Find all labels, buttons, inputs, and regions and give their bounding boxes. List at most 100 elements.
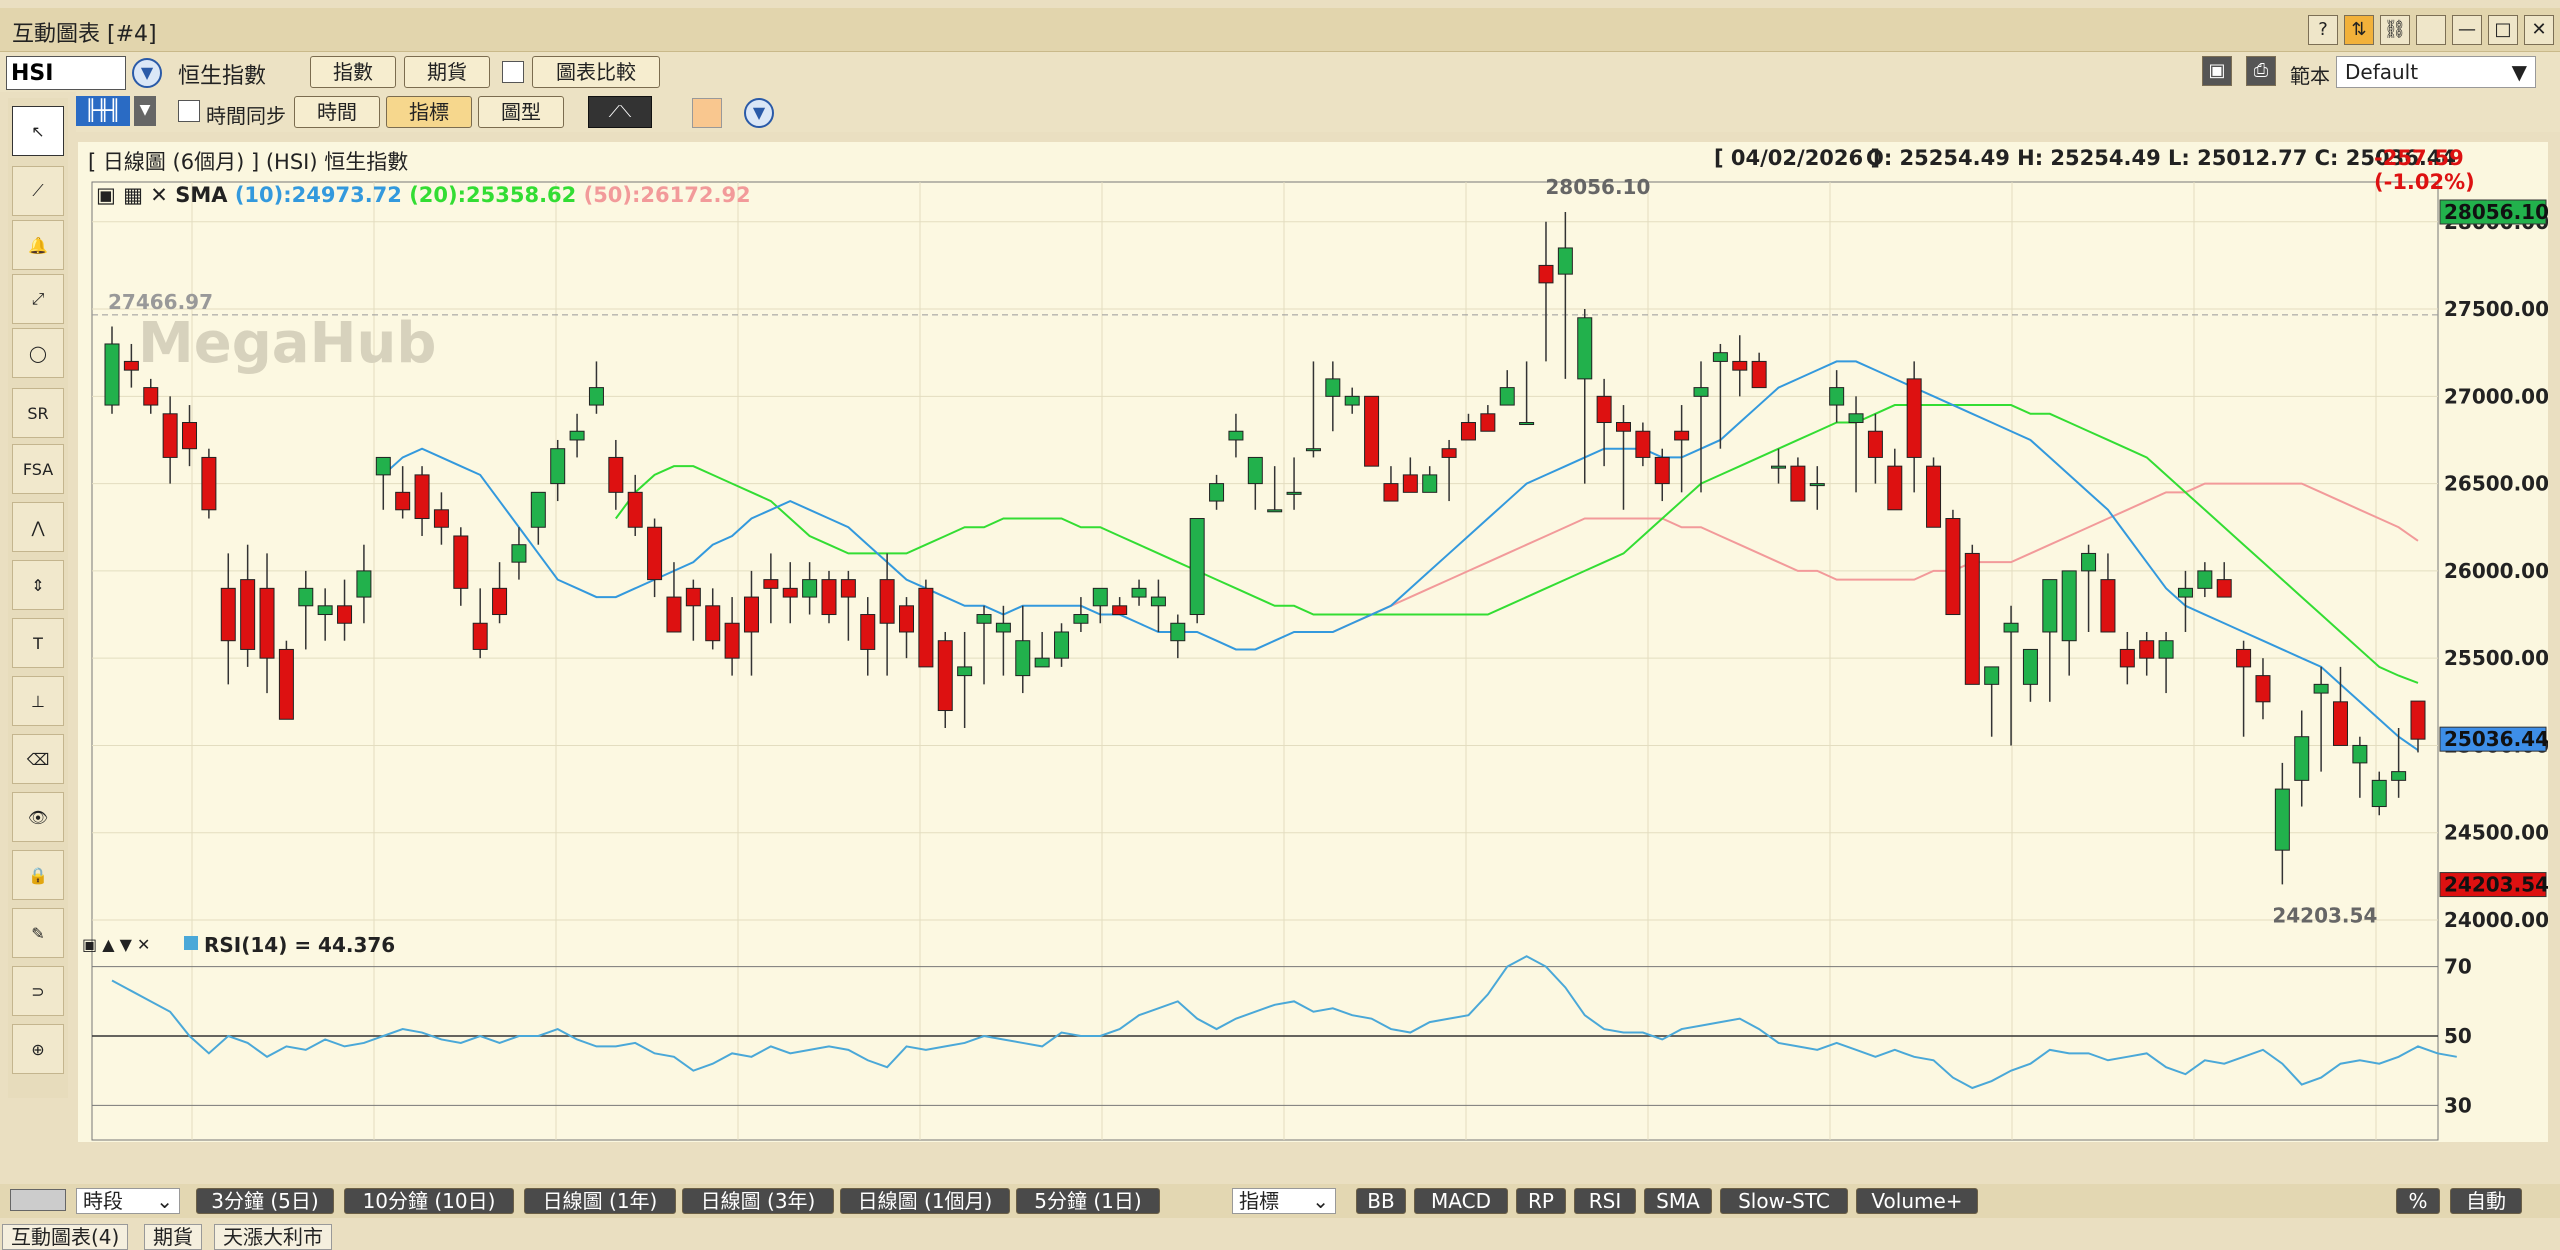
time-button[interactable]: 時間 xyxy=(294,96,380,128)
candle-body xyxy=(1480,413,1496,432)
symbol-input[interactable] xyxy=(6,56,126,90)
candle-body xyxy=(918,587,934,668)
chart-style-button[interactable]: 圖型 xyxy=(478,96,564,128)
ruler-icon[interactable]: ⊥ xyxy=(12,676,64,726)
pointer-icon[interactable]: ↖ xyxy=(12,106,64,156)
period-button[interactable]: 日線圖 (1年) xyxy=(524,1188,676,1214)
period-button[interactable]: 10分鐘 (10日) xyxy=(344,1188,514,1214)
indicator-rsi-button[interactable]: RSI xyxy=(1574,1188,1636,1214)
period-select[interactable]: 時段 ⌄ xyxy=(76,1188,180,1214)
link-button[interactable]: ⛓ xyxy=(2380,15,2410,45)
candle-body xyxy=(143,387,159,406)
text-icon[interactable]: T xyxy=(12,618,64,668)
candle-body xyxy=(743,596,759,633)
eraser-icon[interactable]: ⌫ xyxy=(12,734,64,784)
indicator-bb-button[interactable]: BB xyxy=(1356,1188,1406,1214)
sma-legend-part: ▣ ▦ ✕ xyxy=(96,183,175,207)
candle-body xyxy=(1557,247,1573,275)
save-icon[interactable]: ▣ xyxy=(2202,56,2232,86)
color-swatch[interactable] xyxy=(692,98,722,128)
candle-body xyxy=(2216,579,2232,598)
lock-icon[interactable]: 🔒 xyxy=(12,850,64,900)
candle-body xyxy=(550,448,566,485)
ellipse-icon[interactable]: ◯ xyxy=(12,328,64,378)
help-button[interactable]: ? xyxy=(2308,15,2338,45)
blank-button[interactable] xyxy=(2416,15,2446,45)
candle-body xyxy=(1964,552,1980,685)
zoom-icon[interactable]: ⊕ xyxy=(12,1024,64,1074)
trendline-icon[interactable]: ⟋ xyxy=(12,166,64,216)
tab-futures[interactable]: 期貨 xyxy=(144,1224,202,1250)
candle-body xyxy=(298,587,314,607)
candle-body xyxy=(375,456,391,476)
candlestick-icon[interactable]: ╟╫╢ xyxy=(76,96,130,126)
chart-area[interactable]: 28000.0027500.0027000.0026500.0026000.00… xyxy=(78,142,2548,1142)
chart-compare-button[interactable]: 圖表比較 xyxy=(532,56,660,88)
fsa-icon[interactable]: FSA xyxy=(12,444,64,494)
indicator-select[interactable]: 指標 ⌄ xyxy=(1232,1188,1336,1214)
indicator-button[interactable]: 指標 xyxy=(386,96,472,128)
indicator-slow-stc-button[interactable]: Slow-STC xyxy=(1720,1188,1848,1214)
layout-icon[interactable] xyxy=(10,1189,66,1211)
template-select[interactable]: Default ▼ xyxy=(2336,56,2536,88)
compare-checkbox[interactable] xyxy=(502,61,524,83)
candle-body xyxy=(666,596,682,633)
time-sync-checkbox[interactable] xyxy=(178,100,200,122)
alert-line-icon[interactable]: 🔔 xyxy=(12,220,64,270)
tab-market[interactable]: 天漲大利市 xyxy=(214,1224,332,1250)
candle-body xyxy=(1325,378,1341,397)
candle-body xyxy=(2022,648,2038,685)
window-controls: ? ⇅ ⛓ — □ ✕ xyxy=(2308,15,2554,45)
close-button[interactable]: ✕ xyxy=(2524,15,2554,45)
candle-body xyxy=(1654,456,1670,485)
fan-icon[interactable]: ⋀ xyxy=(12,502,64,552)
candle-body xyxy=(317,605,333,616)
period-button[interactable]: 日線圖 (3年) xyxy=(682,1188,834,1214)
template-value: Default xyxy=(2345,60,2419,84)
line-chart-icon[interactable]: ⟋⟍ xyxy=(588,96,652,128)
auto-scale-button[interactable]: 自動 xyxy=(2450,1188,2522,1214)
candle-body xyxy=(1305,448,1321,452)
period-button[interactable]: 3分鐘 (5日) xyxy=(196,1188,334,1214)
indicator-macd-button[interactable]: MACD xyxy=(1414,1188,1508,1214)
minimize-button[interactable]: — xyxy=(2452,15,2482,45)
last-price-tag-text: 25036.44 xyxy=(2444,727,2548,751)
indicator-rp-button[interactable]: RP xyxy=(1516,1188,1566,1214)
period-button[interactable]: 5分鐘 (1日) xyxy=(1016,1188,1160,1214)
candle-body xyxy=(1150,596,1166,607)
chart-type-dropdown-icon[interactable]: ▼ xyxy=(134,96,156,126)
candle-body xyxy=(1674,430,1690,441)
period-button[interactable]: 日線圖 (1個月) xyxy=(840,1188,1010,1214)
price-axis-label: 25500.00 xyxy=(2444,646,2548,670)
template-label: 範本 xyxy=(2290,64,2330,88)
magnet-icon[interactable]: ⊃ xyxy=(12,966,64,1016)
candle-body xyxy=(569,430,585,441)
sr-line-icon[interactable]: SR xyxy=(12,388,64,438)
low-price-tag: 24203.54 xyxy=(2439,872,2548,898)
options-dropdown-icon[interactable]: ▼ xyxy=(744,98,774,128)
pin-button[interactable]: ⇅ xyxy=(2344,15,2374,45)
candle-body xyxy=(2177,587,2193,598)
tab-chart[interactable]: 互動圖表(4) xyxy=(2,1224,129,1250)
candle-body xyxy=(802,579,818,598)
candle-body xyxy=(608,456,624,493)
window-title: 互動圖表 [#4] xyxy=(12,22,157,47)
sma-legend-part: (10):24973.72 xyxy=(235,183,409,207)
print-icon[interactable]: ⎙ xyxy=(2246,56,2276,86)
pen-icon[interactable]: ✎ xyxy=(12,908,64,958)
price-axis-label: 24500.00 xyxy=(2444,821,2548,845)
percent-button[interactable]: % xyxy=(2396,1188,2440,1214)
indicator-volume-button[interactable]: Volume+ xyxy=(1856,1188,1978,1214)
restore-button[interactable]: □ xyxy=(2488,15,2518,45)
symbol-dropdown-icon[interactable]: ▼ xyxy=(132,58,162,88)
hide-icon[interactable]: 👁 xyxy=(12,792,64,842)
futures-button[interactable]: 期貨 xyxy=(404,56,490,88)
measure-icon[interactable]: ⇕ xyxy=(12,560,64,610)
ray-icon[interactable]: ⤢ xyxy=(12,274,64,324)
ohlc-values: O: 25254.49 H: 25254.49 L: 25012.77 C: 2… xyxy=(1866,146,2457,170)
rsi-axis-label: 30 xyxy=(2444,1093,2472,1117)
index-button[interactable]: 指數 xyxy=(310,56,396,88)
indicator-sma-button[interactable]: SMA xyxy=(1644,1188,1712,1214)
candle-body xyxy=(1596,395,1612,424)
candle-body xyxy=(2255,675,2271,703)
